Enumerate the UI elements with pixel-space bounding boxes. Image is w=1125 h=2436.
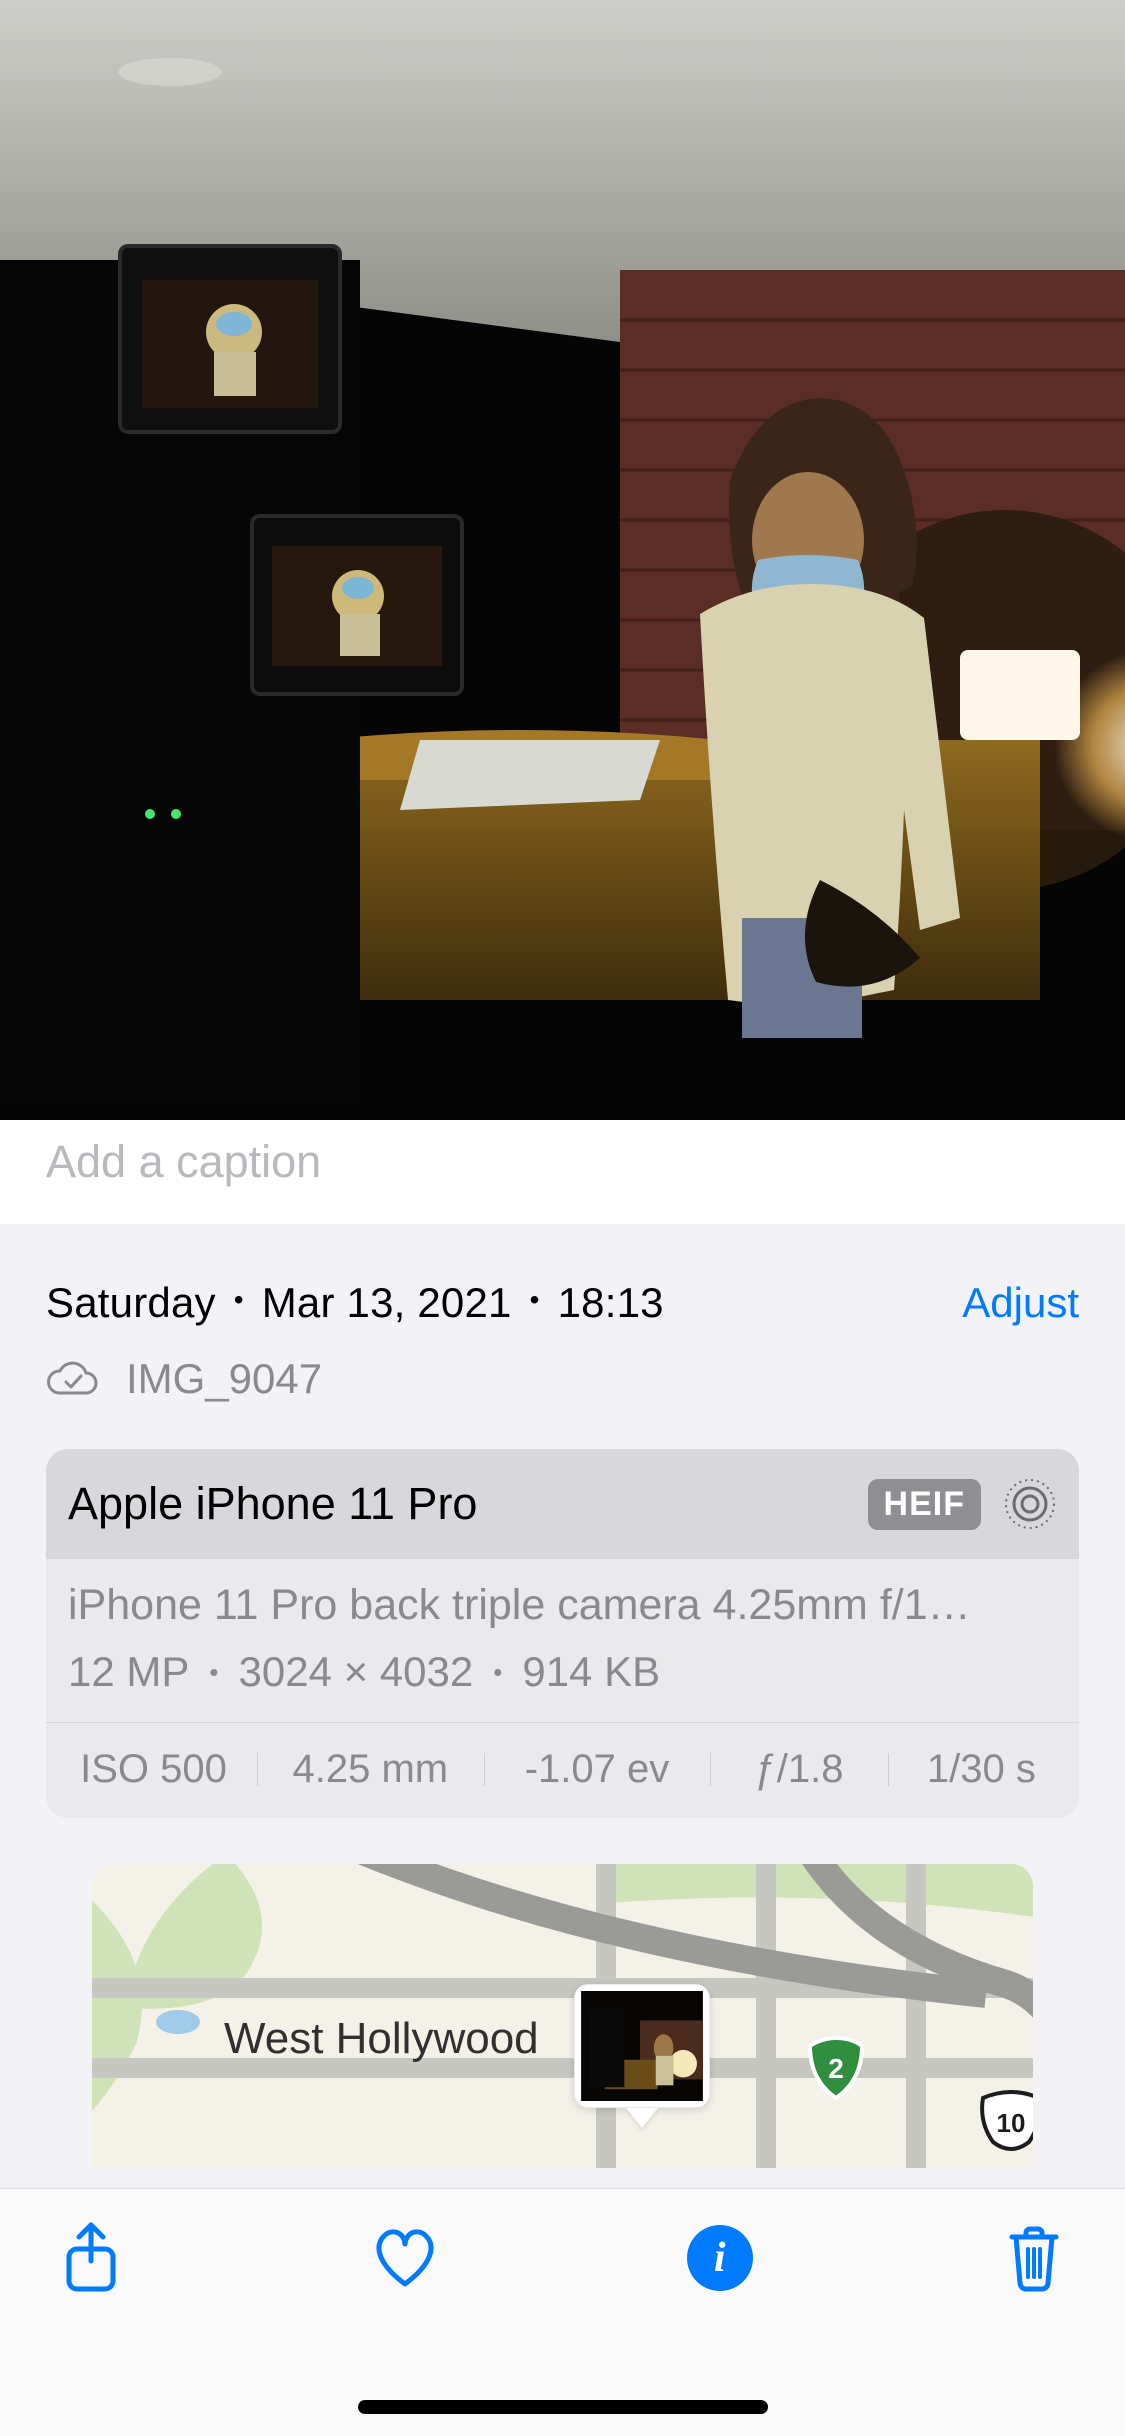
- adjust-button[interactable]: Adjust: [962, 1279, 1079, 1327]
- trash-icon: [1004, 2223, 1064, 2293]
- size-row: 12 MP • 3024 × 4032 • 914 KB: [68, 1648, 1057, 1696]
- bottom-toolbar: i: [0, 2188, 1125, 2436]
- format-badge: HEIF: [868, 1479, 981, 1530]
- home-indicator[interactable]: [358, 2400, 768, 2414]
- filename-label: IMG_9047: [126, 1355, 322, 1403]
- live-photo-icon: [1003, 1477, 1057, 1531]
- share-button[interactable]: [52, 2219, 130, 2297]
- caption-input[interactable]: [46, 1136, 1079, 1188]
- dimensions-label: 3024 × 4032: [239, 1648, 474, 1696]
- svg-text:10: 10: [997, 2108, 1026, 2138]
- time-label: 18:13: [558, 1279, 664, 1327]
- date-label: Mar 13, 2021: [262, 1279, 512, 1327]
- dot-separator: •: [209, 1657, 218, 1688]
- megapixels-label: 12 MP: [68, 1648, 189, 1696]
- dot-separator: •: [530, 1284, 540, 1316]
- favorite-button[interactable]: [366, 2219, 444, 2297]
- metadata-section: Saturday • Mar 13, 2021 • 18:13 Adjust I…: [0, 1225, 1125, 2168]
- info-icon: i: [687, 2225, 753, 2291]
- exif-ev: -1.07 ev: [484, 1747, 711, 1792]
- caption-row: [0, 1120, 1125, 1225]
- camera-info-card: Apple iPhone 11 Pro HEIF iPhone 11 Pro b…: [46, 1449, 1079, 1818]
- svg-text:2: 2: [828, 2053, 844, 2084]
- map-pin[interactable]: [572, 1984, 712, 2148]
- exif-focal: 4.25 mm: [257, 1747, 484, 1792]
- location-map[interactable]: West Hollywood 2 10: [92, 1864, 1033, 2168]
- filesize-label: 914 KB: [522, 1648, 660, 1696]
- device-name: Apple iPhone 11 Pro: [68, 1478, 477, 1530]
- exif-aperture: ƒ/1.8: [710, 1747, 887, 1792]
- date-time: Saturday • Mar 13, 2021 • 18:13: [46, 1279, 664, 1327]
- share-icon: [61, 2221, 121, 2295]
- exif-shutter: 1/30 s: [888, 1747, 1075, 1792]
- lens-label: iPhone 11 Pro back triple camera 4.25mm …: [68, 1581, 1057, 1630]
- photo-preview[interactable]: [0, 0, 1125, 1120]
- route-shield-icon: 10: [979, 2090, 1033, 2154]
- dot-separator: •: [234, 1284, 244, 1316]
- info-button[interactable]: i: [681, 2219, 759, 2297]
- route-shield-icon: 2: [806, 2036, 866, 2100]
- exif-row: ISO 500 4.25 mm -1.07 ev ƒ/1.8 1/30 s: [46, 1722, 1079, 1818]
- map-city-label: West Hollywood: [224, 2014, 539, 2064]
- delete-button[interactable]: [995, 2219, 1073, 2297]
- day-label: Saturday: [46, 1279, 216, 1327]
- cloud-synced-icon: [46, 1359, 100, 1399]
- exif-iso: ISO 500: [50, 1747, 257, 1792]
- heart-icon: [370, 2226, 440, 2290]
- dot-separator: •: [493, 1657, 502, 1688]
